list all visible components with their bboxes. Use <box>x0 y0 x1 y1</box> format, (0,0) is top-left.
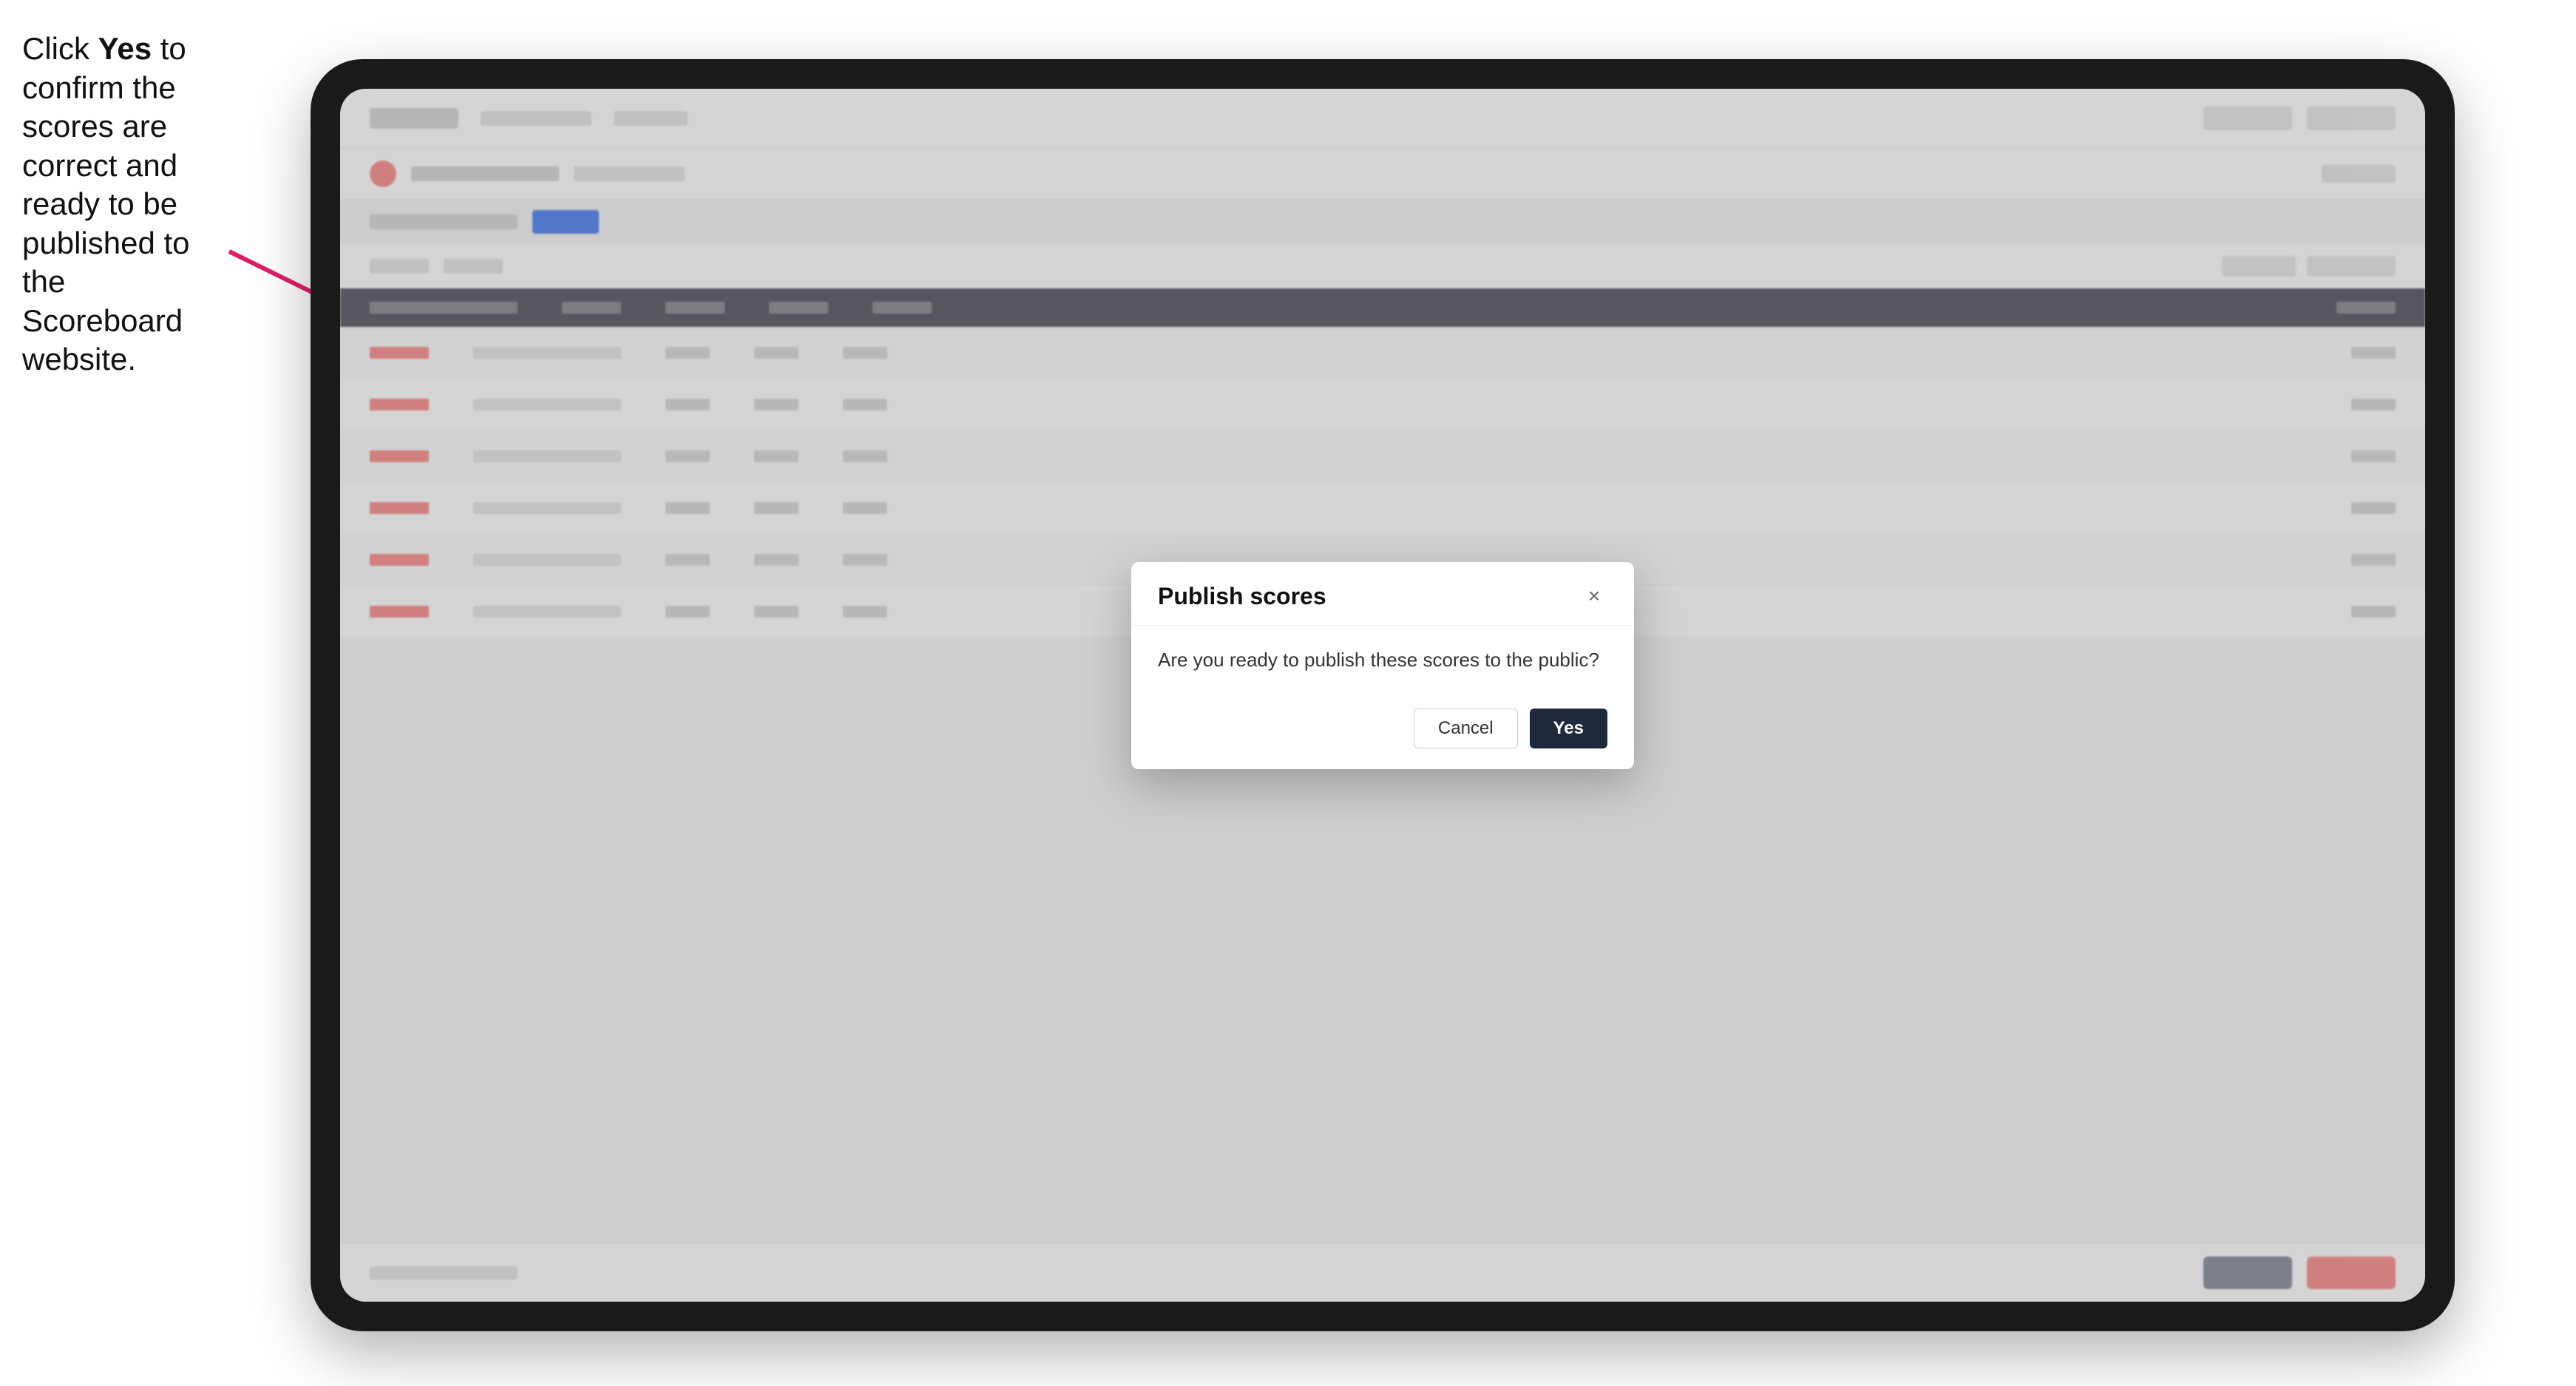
modal-body: Are you ready to publish these scores to… <box>1131 626 1634 694</box>
instruction-text: Click Yes to confirm the scores are corr… <box>22 30 229 379</box>
instruction-bold: Yes <box>98 31 152 66</box>
instruction-part1: Click <box>22 31 98 66</box>
modal-close-button[interactable]: × <box>1581 583 1607 609</box>
modal-footer: Cancel Yes <box>1131 694 1634 769</box>
modal-overlay: Publish scores × Are you ready to publis… <box>340 89 2425 1302</box>
yes-button[interactable]: Yes <box>1530 709 1607 748</box>
instruction-part2: to confirm the scores are correct and re… <box>22 31 190 376</box>
tablet-screen: Publish scores × Are you ready to publis… <box>340 89 2425 1302</box>
modal-message: Are you ready to publish these scores to… <box>1158 646 1607 673</box>
modal-title: Publish scores <box>1158 583 1326 610</box>
modal-header: Publish scores × <box>1131 562 1634 626</box>
screen-wrapper: Publish scores × Are you ready to publis… <box>340 89 2425 1302</box>
publish-scores-dialog: Publish scores × Are you ready to publis… <box>1131 562 1634 769</box>
tablet-device: Publish scores × Are you ready to publis… <box>311 59 2455 1331</box>
cancel-button[interactable]: Cancel <box>1414 709 1518 748</box>
